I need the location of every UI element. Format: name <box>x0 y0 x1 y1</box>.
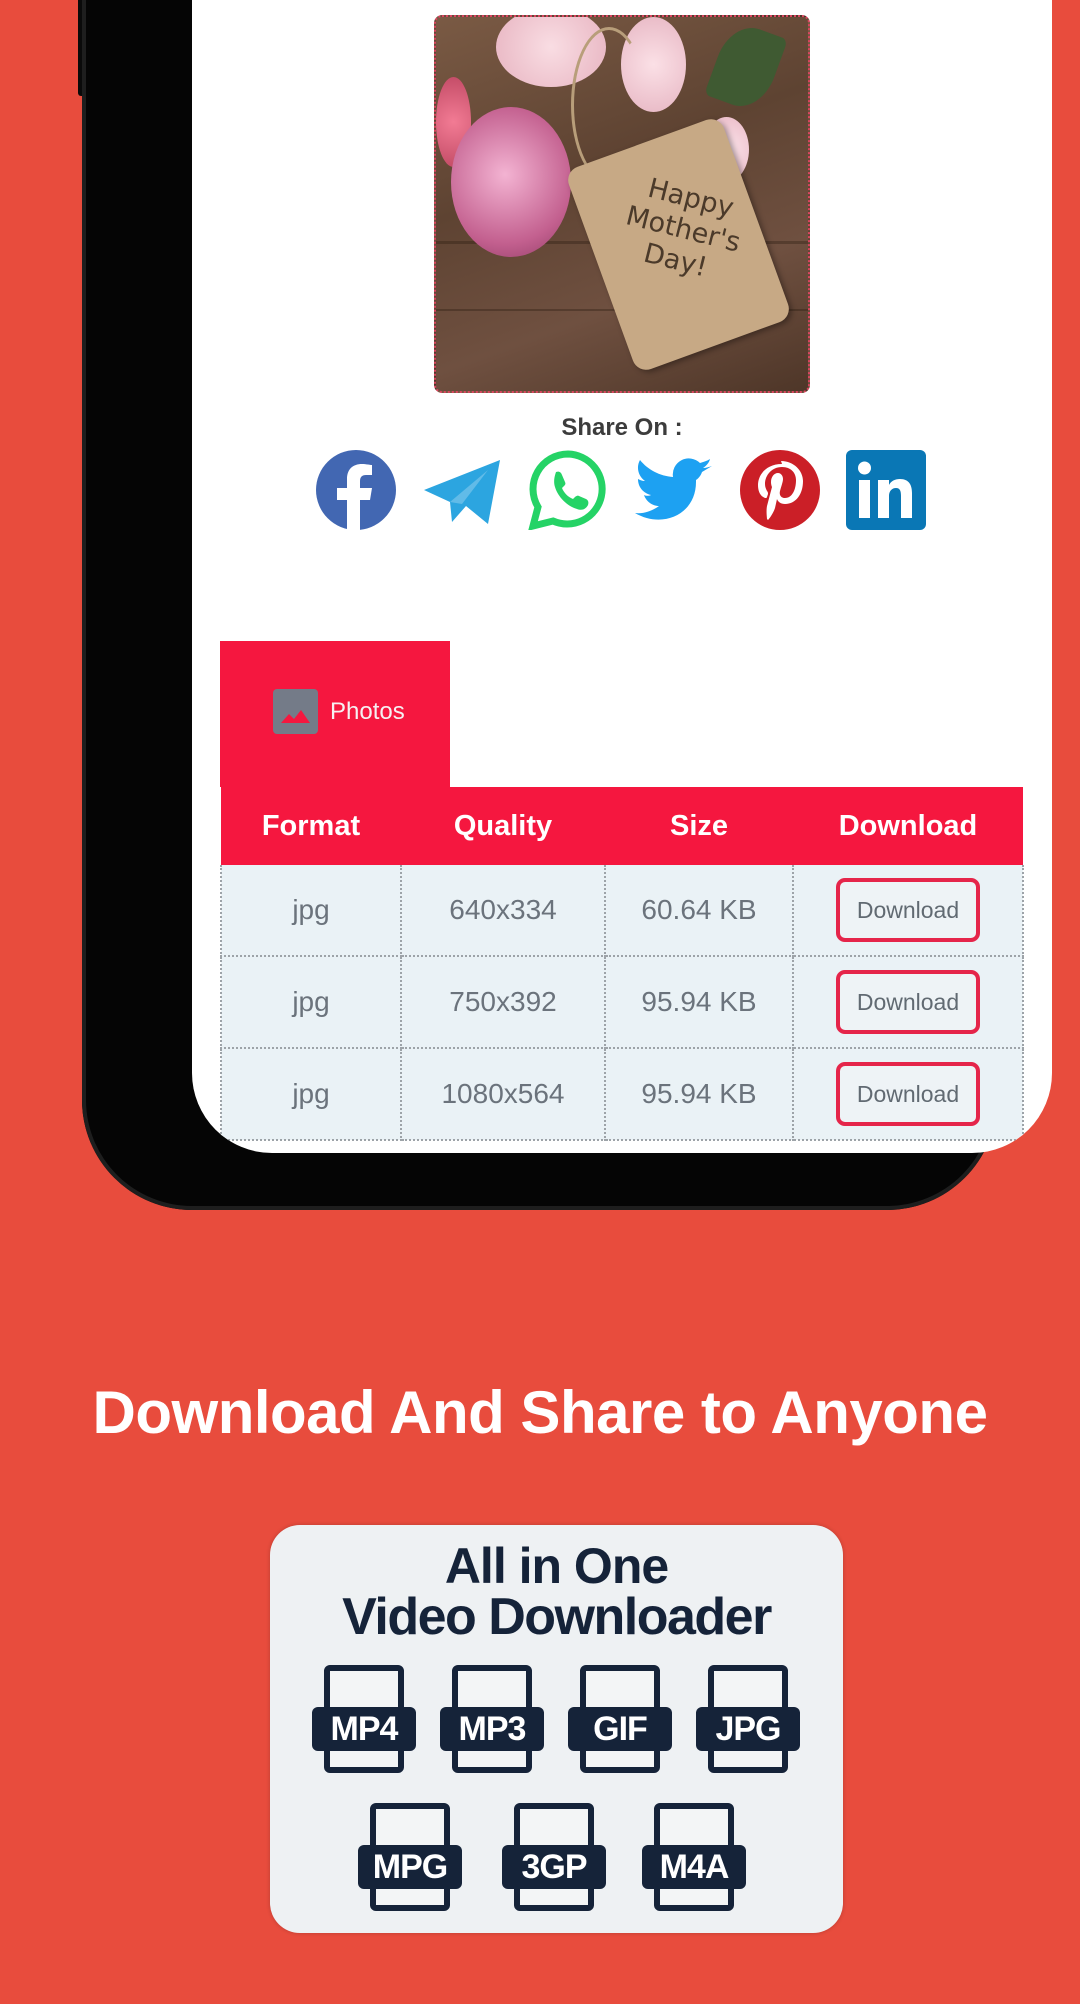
format-label: M4A <box>642 1845 746 1889</box>
cell-size: 95.94 KB <box>604 955 794 1049</box>
file-format-icon: JPG <box>696 1665 806 1783</box>
whatsapp-icon <box>528 450 606 530</box>
format-label: MP3 <box>440 1707 544 1751</box>
cell-size: 95.94 KB <box>604 1047 794 1141</box>
share-buttons <box>316 450 928 532</box>
table-row: jpg 640x334 60.64 KB Download <box>220 865 1024 957</box>
file-format-icon: MP4 <box>312 1665 422 1783</box>
cell-quality: 750x392 <box>400 955 606 1049</box>
promo-title-line2: Video Downloader <box>342 1588 772 1646</box>
cell-download: Download <box>792 955 1024 1049</box>
facebook-icon <box>316 450 396 530</box>
cell-format: jpg <box>220 1047 402 1141</box>
cell-quality: 1080x564 <box>400 1047 606 1141</box>
cell-size: 60.64 KB <box>604 865 794 957</box>
cell-format: jpg <box>220 955 402 1049</box>
table-row: jpg 1080x564 95.94 KB Download <box>220 1047 1024 1141</box>
format-label: MP4 <box>312 1707 416 1751</box>
file-format-icon: 3GP <box>502 1803 612 1921</box>
download-table: Format Quality Size Download jpg 640x334… <box>220 787 1024 1141</box>
format-label: MPG <box>358 1845 462 1889</box>
download-button[interactable]: Download <box>836 878 980 942</box>
leaf <box>704 19 788 115</box>
cell-quality: 640x334 <box>400 865 606 957</box>
format-label: JPG <box>696 1707 800 1751</box>
share-on-label: Share On : <box>561 414 683 441</box>
table-header-row: Format Quality Size Download <box>221 787 1023 865</box>
file-format-icon: MP3 <box>440 1665 550 1783</box>
share-pinterest-button[interactable] <box>740 450 820 530</box>
rose <box>451 107 571 257</box>
share-facebook-button[interactable] <box>316 450 396 530</box>
cell-format: jpg <box>220 865 402 957</box>
share-twitter-button[interactable] <box>634 450 714 530</box>
format-label: 3GP <box>502 1845 606 1889</box>
tab-photos-label: Photos <box>330 698 405 725</box>
format-label: GIF <box>568 1707 672 1751</box>
image-icon <box>273 689 318 734</box>
cell-download: Download <box>792 1047 1024 1141</box>
promo-banner: All in One Video Downloader MP4 MP3 GIF … <box>270 1525 843 1933</box>
download-button[interactable]: Download <box>836 1062 980 1126</box>
promo-headline: Download And Share to Anyone <box>92 1379 988 1446</box>
file-format-icon: MPG <box>358 1803 468 1921</box>
download-button[interactable]: Download <box>836 970 980 1034</box>
phone-mockup: Happy Mother's Day! Share On : Photos Fo… <box>82 0 1052 1210</box>
column-header-format: Format <box>221 787 401 865</box>
file-format-icon: M4A <box>642 1803 752 1921</box>
file-format-icon: GIF <box>568 1665 678 1783</box>
preview-image[interactable]: Happy Mother's Day! <box>434 15 810 393</box>
table-row: jpg 750x392 95.94 KB Download <box>220 955 1024 1049</box>
share-linkedin-button[interactable] <box>846 450 926 530</box>
linkedin-icon <box>846 450 926 530</box>
column-header-size: Size <box>605 787 793 865</box>
twitter-icon <box>635 458 712 520</box>
share-whatsapp-button[interactable] <box>528 450 608 530</box>
cell-download: Download <box>792 865 1024 957</box>
telegram-icon <box>424 460 500 524</box>
tab-photos[interactable]: Photos <box>220 641 450 787</box>
phone-screen: Happy Mother's Day! Share On : Photos Fo… <box>192 0 1052 1153</box>
share-telegram-button[interactable] <box>422 450 502 530</box>
pinterest-icon <box>740 450 820 530</box>
column-header-quality: Quality <box>401 787 605 865</box>
column-header-download: Download <box>793 787 1023 865</box>
